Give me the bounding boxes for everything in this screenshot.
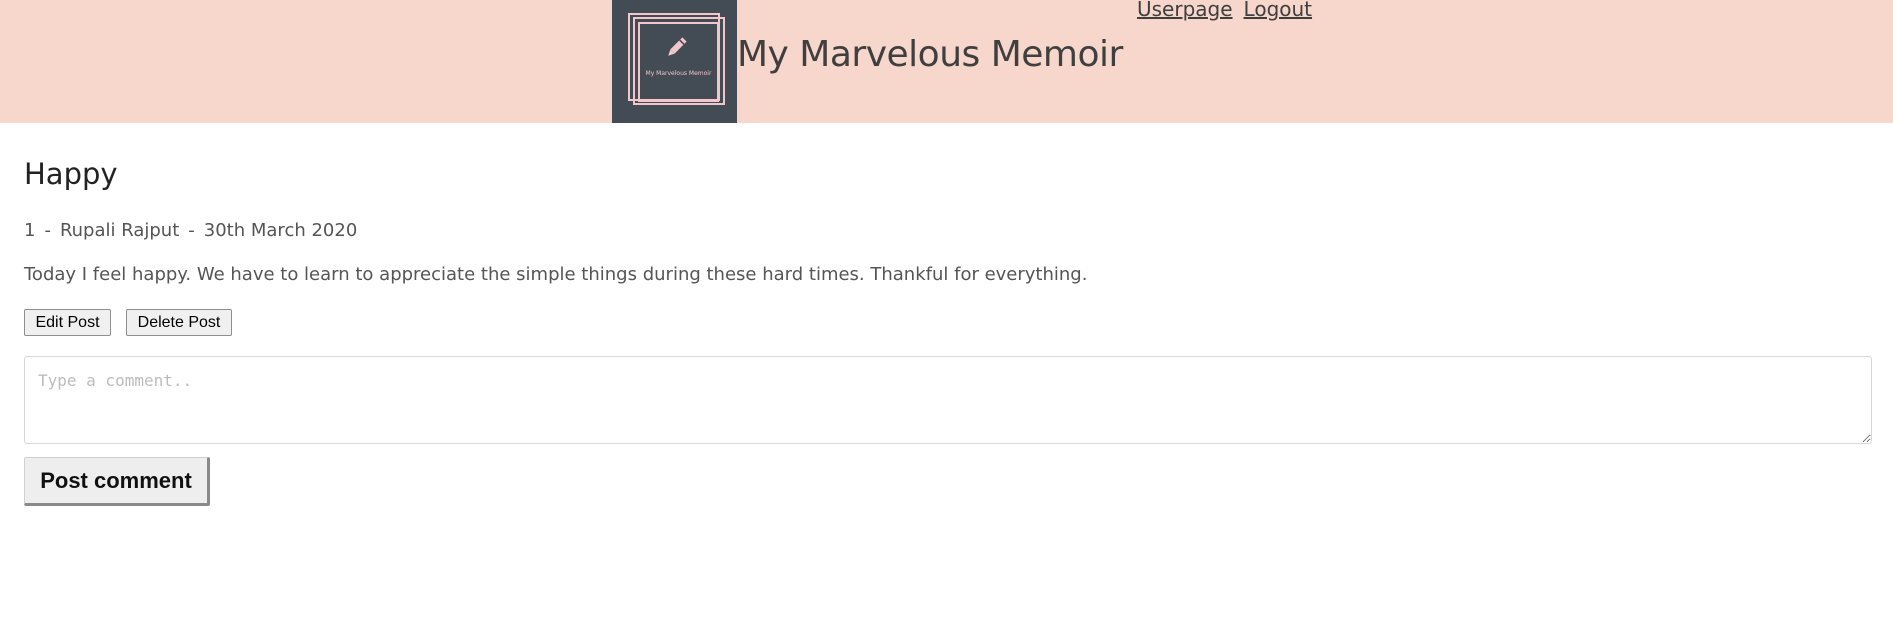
logout-link[interactable]: Logout bbox=[1244, 0, 1312, 21]
comment-input[interactable] bbox=[24, 356, 1872, 444]
site-title: My Marvelous Memoir bbox=[737, 34, 1123, 75]
post-id: 1 bbox=[24, 220, 36, 241]
site-header: My Marvelous Memoir My Marvelous Memoir … bbox=[0, 0, 1893, 123]
top-nav: Userpage Logout bbox=[1137, 0, 1323, 21]
edit-post-button[interactable]: Edit Post bbox=[24, 309, 111, 336]
post-comment-button[interactable]: Post comment bbox=[24, 457, 210, 506]
meta-separator: - bbox=[44, 220, 51, 241]
pencil-icon bbox=[668, 37, 687, 56]
site-logo[interactable]: My Marvelous Memoir bbox=[612, 0, 737, 123]
post-body: Today I feel happy. We have to learn to … bbox=[24, 264, 1088, 285]
userpage-link[interactable]: Userpage bbox=[1137, 0, 1233, 21]
post-date: 30th March 2020 bbox=[203, 220, 358, 241]
post-author: Rupali Rajput bbox=[59, 220, 180, 241]
logo-text: My Marvelous Memoir bbox=[645, 70, 712, 77]
delete-post-button[interactable]: Delete Post bbox=[126, 309, 232, 336]
post-meta: 1- Rupali Rajput -30th March 2020 bbox=[24, 220, 357, 241]
post-title: Happy bbox=[24, 157, 118, 191]
meta-separator: - bbox=[188, 220, 195, 241]
